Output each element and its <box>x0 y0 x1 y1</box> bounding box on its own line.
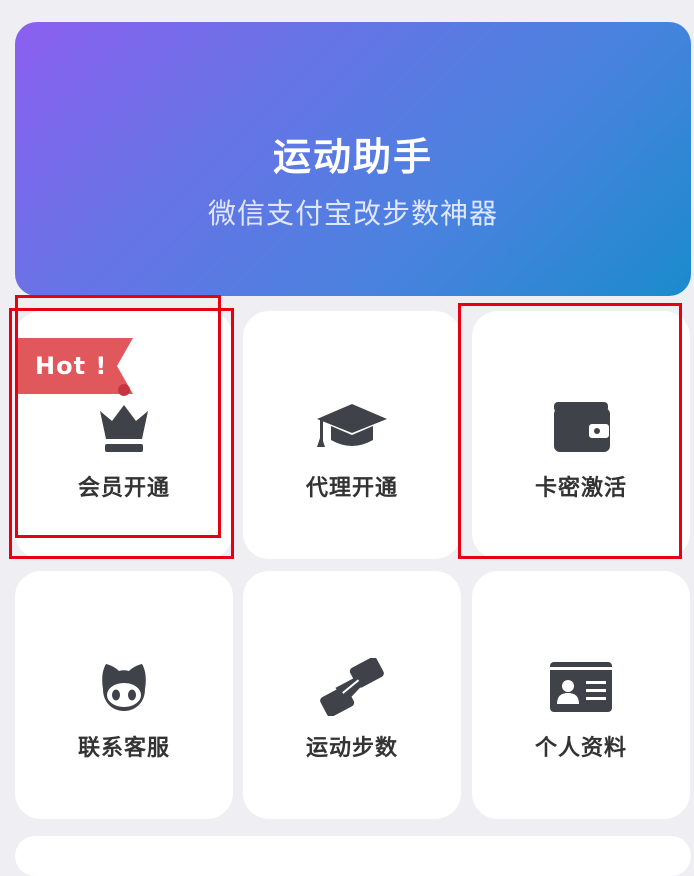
graduation-cap-icon <box>314 395 390 459</box>
id-card-icon <box>543 655 619 719</box>
github-octocat-icon <box>86 655 162 719</box>
menu-label-profile: 个人资料 <box>534 736 627 761</box>
app-title: 运动助手 <box>272 135 433 179</box>
header-banner: 运动助手 微信支付宝改步数神器 <box>15 22 691 296</box>
menu-label-steps: 运动步数 <box>305 736 398 761</box>
menu-label-customer-service: 联系客服 <box>77 736 170 761</box>
app-subtitle: 微信支付宝改步数神器 <box>207 197 498 230</box>
highlight-box-right <box>458 303 682 559</box>
handshake-icon <box>314 655 390 719</box>
menu-card-customer-service[interactable]: 联系客服 <box>15 571 233 819</box>
bottom-card <box>15 836 691 876</box>
menu-card-agent[interactable]: 代理开通 <box>243 311 461 559</box>
menu-card-steps[interactable]: 运动步数 <box>243 571 461 819</box>
menu-label-agent: 代理开通 <box>305 476 398 501</box>
menu-card-profile[interactable]: 个人资料 <box>472 571 690 819</box>
highlight-box-outer <box>9 308 234 559</box>
